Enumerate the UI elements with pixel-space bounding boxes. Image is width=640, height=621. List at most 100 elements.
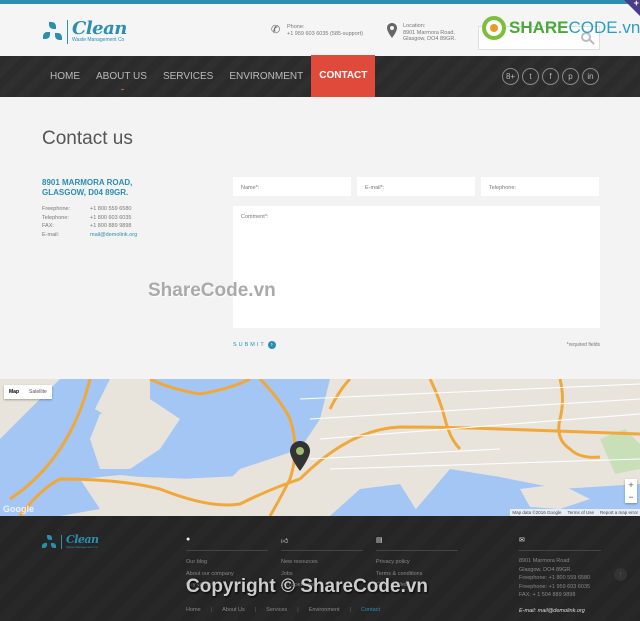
- phone-icon: ✆: [271, 24, 281, 36]
- footer-contact: ✉ 8901 Marmora Road Glasgow, DO4 89GR. F…: [519, 536, 601, 614]
- contact-value: +1 800 603 6035: [90, 214, 132, 221]
- footer-email-link[interactable]: E-mail: mail@demolink.org: [519, 608, 601, 614]
- nav-separator: |: [254, 607, 257, 613]
- contact-value: +1 800 889 9898: [90, 223, 132, 229]
- facebook-icon[interactable]: f: [542, 68, 559, 85]
- submit-label: SUBMIT: [233, 342, 266, 348]
- brand-name: Clean: [66, 533, 99, 546]
- contact-row: Freephone: +1 800 559 6580: [42, 205, 137, 214]
- nav-indicator: [121, 89, 125, 90]
- phone-value: +1 959 603 6035 (585-support): [287, 30, 363, 37]
- plus-icon[interactable]: +: [634, 0, 639, 8]
- header-phone: ✆ Phone: +1 959 603 6035 (585-support): [271, 24, 363, 37]
- nav-item-environment[interactable]: ENVIRONMENT: [221, 56, 311, 97]
- submit-button[interactable]: SUBMIT ›: [233, 341, 276, 349]
- comment-textarea[interactable]: Comment*:: [233, 206, 600, 328]
- thumbs-up-icon: 👍︎: [281, 538, 289, 545]
- google-plus-icon[interactable]: 8+: [502, 68, 519, 85]
- footer-nav-home[interactable]: Home: [186, 607, 201, 613]
- address-line1: 8901 MARMORA ROAD,: [42, 178, 133, 187]
- footer-logo[interactable]: Clean Waste Management Co: [42, 534, 99, 550]
- sharecode-share-text: SHARE: [509, 18, 569, 37]
- google-map[interactable]: Map Satellite + − Google Map data ©2016 …: [0, 379, 640, 516]
- divider: [519, 550, 601, 551]
- page-title: Contact us: [42, 128, 133, 149]
- contact-label: FAX:: [42, 223, 54, 229]
- contact-details: Freephone: +1 800 559 6580 Telephone: +1 8…: [42, 205, 137, 239]
- nav-separator: |: [297, 607, 299, 613]
- social-links: 8+ t f p in: [502, 68, 599, 85]
- footer-contact-line: FAX: + 1 504 889 9898: [519, 592, 576, 598]
- zoom-out-button[interactable]: −: [625, 491, 637, 503]
- linkedin-icon[interactable]: in: [582, 68, 599, 85]
- footer-contact-line: Freephone: +1 959 603 6035: [519, 583, 591, 590]
- sharecode-watermark-logo: SHARECODE.vn: [482, 16, 640, 40]
- email-field[interactable]: E-mail*:: [357, 177, 475, 196]
- sharecode-code-text: CODE.vn: [568, 18, 640, 37]
- header: Clean Waste Management Co ✆ Phone: +1 95…: [0, 4, 640, 56]
- nav-item-services[interactable]: SERVICES: [155, 56, 221, 97]
- brand-tagline: Waste Management Co: [72, 37, 125, 43]
- google-map-logo: Google: [3, 504, 34, 514]
- telephone-field[interactable]: Telephone:: [481, 177, 599, 196]
- map-type-control: Map Satellite: [4, 385, 52, 399]
- map-zoom-control: + −: [625, 479, 637, 503]
- map-terms-link[interactable]: Terms of Use: [567, 510, 594, 515]
- name-field[interactable]: Name*:: [233, 177, 351, 196]
- brand-logo[interactable]: Clean Waste Management Co: [42, 20, 127, 44]
- document-icon: ▤: [376, 537, 383, 544]
- map-type-satellite-button[interactable]: Satellite: [24, 385, 52, 399]
- map-report-link[interactable]: Report a map error: [600, 510, 638, 515]
- map-tiles: [0, 379, 640, 516]
- footer-link[interactable]: Privacy policy: [376, 557, 458, 569]
- map-marker-icon[interactable]: [290, 441, 310, 476]
- divider: [281, 550, 363, 551]
- arrow-right-circle-icon: ›: [267, 341, 276, 349]
- logo-divider: [61, 535, 62, 549]
- contact-label: Freephone:: [42, 206, 71, 212]
- footer: Clean Waste Management Co ● Our blog Abo…: [0, 516, 640, 621]
- contact-row: E-mail: mail@demolink.org: [42, 231, 137, 240]
- recycle-leaves-icon: [42, 20, 64, 44]
- footer-nav-services[interactable]: Services: [266, 607, 287, 613]
- footer-nav: Home | About Us | Services | Environment | C…: [186, 607, 390, 613]
- map-type-map-button[interactable]: Map: [4, 385, 24, 399]
- email-link[interactable]: mail@demolink.org: [90, 231, 137, 240]
- contact-row: FAX: +1 800 889 9898: [42, 222, 137, 231]
- required-note: *required fields: [566, 342, 600, 348]
- address-line2: GLASGOW, D04 89GR.: [42, 188, 129, 197]
- contact-label: E-mail:: [42, 231, 60, 238]
- divider: [376, 550, 458, 551]
- contact-value: +1 800 559 6580: [90, 206, 132, 212]
- scroll-to-top-button[interactable]: ↑: [614, 568, 627, 581]
- header-location: Location: 8901 Marmora Road, Glasgow, DO…: [387, 23, 456, 43]
- nav-item-about-us[interactable]: ABOUT US: [88, 56, 155, 97]
- zoom-in-button[interactable]: +: [625, 479, 637, 491]
- logo-divider: [67, 20, 68, 44]
- map-data-credit: Map data ©2016 Google: [512, 510, 562, 515]
- comment-icon: ●: [186, 536, 191, 543]
- contact-row: Telephone: +1 800 603 6035: [42, 214, 137, 223]
- nav-item-contact[interactable]: CONTACT: [311, 55, 376, 97]
- twitter-icon[interactable]: t: [522, 68, 539, 85]
- divider: [186, 550, 268, 551]
- copyright-watermark: Copyright © ShareCode.vn: [186, 576, 429, 597]
- nav-separator: |: [210, 607, 213, 613]
- footer-nav-contact[interactable]: Contact: [361, 607, 380, 613]
- sharecode-logo-icon: [482, 16, 506, 40]
- contact-section: Contact us 8901 MARMORA ROAD, GLASGOW, D…: [0, 97, 640, 379]
- brand-name: Clean: [72, 18, 127, 39]
- footer-nav-environment[interactable]: Environment: [309, 607, 340, 613]
- pinterest-icon[interactable]: p: [562, 68, 579, 85]
- contact-label: Telephone:: [42, 214, 69, 221]
- page: Explain and Detail Screenshots Clean Was…: [0, 0, 640, 621]
- footer-link[interactable]: New resources: [281, 557, 363, 569]
- nav-label: ABOUT US: [96, 71, 147, 82]
- nav-item-home[interactable]: HOME: [42, 56, 88, 97]
- nav-separator: |: [349, 607, 352, 613]
- location-line2: Glasgow, DO4 89GR.: [403, 36, 456, 42]
- footer-nav-about-us[interactable]: About Us: [222, 607, 245, 613]
- watermark-text: ShareCode.vn: [148, 280, 276, 301]
- brand-tagline: Waste Management Co: [66, 545, 98, 549]
- footer-link[interactable]: Our blog: [186, 557, 268, 569]
